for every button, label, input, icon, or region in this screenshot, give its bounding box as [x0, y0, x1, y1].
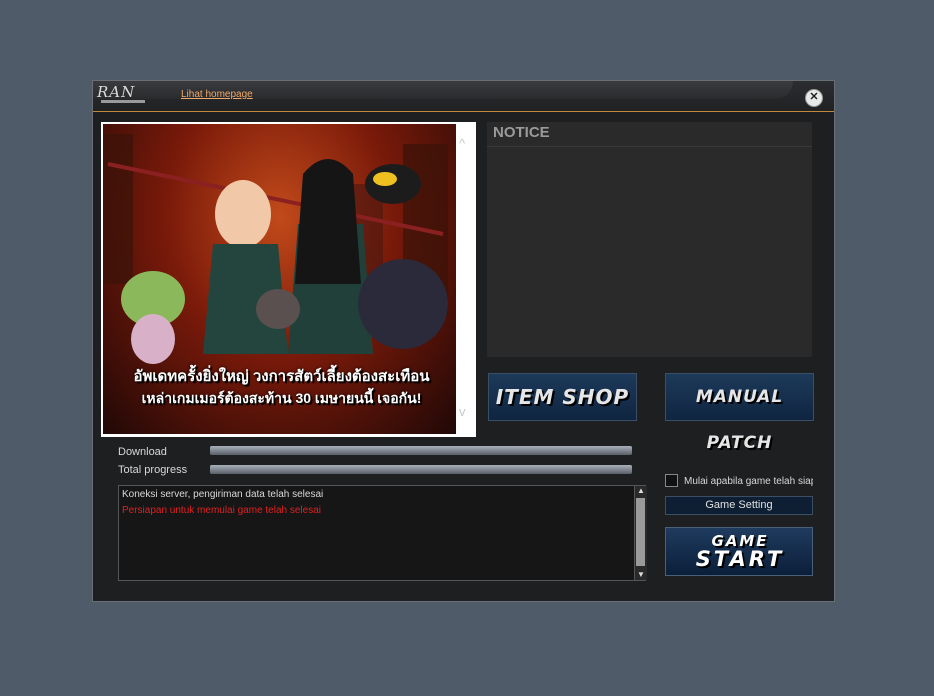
- autostart-label: Mulai apabila game telah siap: [684, 476, 813, 487]
- log-line: Koneksi server, pengiriman data telah se…: [122, 489, 324, 500]
- download-label: Download: [118, 446, 167, 458]
- scrollbar-thumb[interactable]: [636, 498, 645, 566]
- close-icon: ✕: [809, 91, 819, 103]
- total-progress-bar: [210, 465, 632, 474]
- manual-patch-button[interactable]: MANUAL PATCH: [665, 373, 814, 453]
- item-shop-button[interactable]: ITEM SHOP: [488, 373, 637, 421]
- game-start-label-line2: START: [695, 547, 785, 571]
- homepage-link[interactable]: Lihat homepage: [181, 89, 253, 100]
- total-progress-label: Total progress: [118, 464, 188, 476]
- launcher-window: RAN Lihat homepage ✕ อัพเดทครั้งยิ่งใหญ่…: [92, 80, 835, 602]
- game-start-button[interactable]: GAME START: [665, 527, 813, 576]
- scroll-down-icon[interactable]: ▼: [635, 570, 647, 580]
- notice-panel: NOTICE: [487, 122, 812, 357]
- log-scrollbar[interactable]: ▲ ▼: [634, 486, 647, 580]
- close-button[interactable]: ✕: [805, 89, 823, 107]
- log-line: Persiapan untuk memulai game telah seles…: [122, 505, 321, 516]
- banner-caption-line1: อัพเดทครั้งยิ่งใหญ่ วงการสัตว์เลี้ยงต้อง…: [133, 368, 430, 385]
- titlebar[interactable]: RAN Lihat homepage ✕: [93, 81, 834, 112]
- total-progress-fill: [210, 465, 632, 474]
- download-progress-fill: [210, 446, 632, 455]
- logo-underline: [101, 100, 145, 103]
- notice-divider: [487, 146, 812, 147]
- status-log[interactable]: Koneksi server, pengiriman data telah se…: [118, 485, 646, 581]
- autostart-checkbox[interactable]: [665, 474, 678, 487]
- chevron-down-icon[interactable]: v: [459, 404, 466, 419]
- game-setting-button[interactable]: Game Setting: [665, 496, 813, 515]
- scroll-up-icon[interactable]: ▲: [635, 486, 647, 496]
- download-progress-bar: [210, 446, 632, 455]
- promo-banner[interactable]: อัพเดทครั้งยิ่งใหญ่ วงการสัตว์เลี้ยงต้อง…: [103, 124, 456, 434]
- notice-title: NOTICE: [493, 124, 550, 141]
- logo-text: RAN: [97, 83, 136, 101]
- banner-frame: อัพเดทครั้งยิ่งใหญ่ วงการสัตว์เลี้ยงต้อง…: [101, 122, 476, 437]
- banner-caption-line2: เหล่าเกมเมอร์ต้องสะท้าน 30 เมษายนนี้ เจอ…: [141, 390, 422, 406]
- game-logo: RAN: [97, 83, 149, 107]
- chevron-up-icon[interactable]: ^: [459, 136, 465, 151]
